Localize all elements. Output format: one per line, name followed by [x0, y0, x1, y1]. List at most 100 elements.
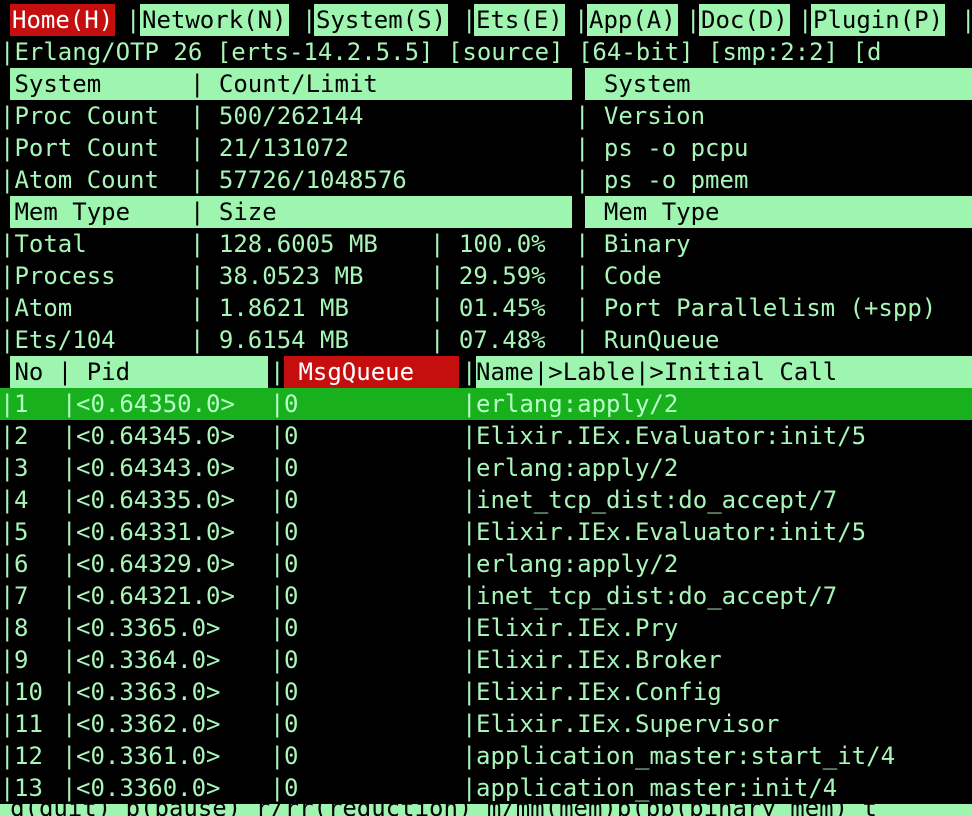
process-msgqueue: 0 — [284, 550, 299, 578]
process-no: 13 — [14, 774, 43, 802]
process-pid: <0.3364.0> — [76, 646, 221, 674]
process-initial-call: Elixir.IEx.Evaluator:init/5 — [476, 518, 867, 546]
process-pid: <0.64329.0> — [76, 550, 235, 578]
mem-row-size: | 128.6005 MB — [190, 230, 378, 258]
process-row[interactable]: | 10 | <0.3363.0> | 0 | Elixir.IEx.Config — [0, 676, 972, 708]
tab-app[interactable]: App(A) — [587, 4, 678, 36]
mem-row-size: | 9.6154 MB — [190, 326, 349, 354]
process-msgqueue: 0 — [284, 774, 299, 802]
mem-row: |Process | 38.0523 MB | 29.59% | Code — [0, 260, 972, 292]
system-row: |Atom Count | 57726/1048576 | ps -o pmem — [0, 164, 972, 196]
process-pid: <0.3362.0> — [76, 710, 221, 738]
system-row: |Proc Count | 500/262144 | Version — [0, 100, 972, 132]
system-row: |Port Count | 21/131072 | ps -o pcpu — [0, 132, 972, 164]
process-row[interactable]: | 6 | <0.64329.0> | 0 | erlang:apply/2 — [0, 548, 972, 580]
process-row-selected[interactable]: | 1 | <0.64350.0> | 0 | erlang:apply/2 — [0, 388, 972, 420]
tab-ets[interactable]: Ets(E) — [474, 4, 565, 36]
version-banner: |Erlang/OTP 26 [erts-14.2.5.5] [source] … — [0, 36, 972, 68]
process-pid: <0.3363.0> — [76, 678, 221, 706]
process-pid: <0.64335.0> — [76, 486, 235, 514]
system-header-col2: | Count/Limit — [190, 70, 378, 98]
process-row[interactable]: | 9 | <0.3364.0> | 0 | Elixir.IEx.Broker — [0, 644, 972, 676]
process-initial-call: erlang:apply/2 — [476, 454, 679, 482]
mem-row-info: | RunQueue — [575, 326, 720, 354]
process-no: 2 — [14, 422, 29, 450]
process-msgqueue: 0 — [284, 422, 299, 450]
column-no-pid[interactable]: |No | Pid — [0, 356, 130, 388]
process-row[interactable]: | 12 | <0.3361.0> | 0 | application_master:star… — [0, 740, 972, 772]
process-no: 12 — [14, 742, 43, 770]
process-pid: <0.64331.0> — [76, 518, 235, 546]
process-no: 3 — [14, 454, 29, 482]
system-row-label: |Atom Count — [0, 166, 159, 194]
tab-plugin[interactable]: Plugin(P) — [811, 4, 946, 36]
column-msgqueue-sorted[interactable]: MsgQueue — [284, 356, 429, 388]
tab-home[interactable]: Home(H) — [10, 4, 116, 36]
system-header-col1: |System — [0, 70, 102, 98]
process-row[interactable]: | 13 | <0.3360.0> | 0 | application_master:init… — [0, 772, 972, 804]
process-msgqueue: 0 — [284, 678, 299, 706]
system-row-value: | 500/262144 — [190, 102, 364, 130]
process-row[interactable]: | 8 | <0.3365.0> | 0 | Elixir.IEx.Pry — [0, 612, 972, 644]
process-msgqueue: 0 — [284, 582, 299, 610]
mem-row-info: | Binary — [575, 230, 691, 258]
process-no: 10 — [14, 678, 43, 706]
tab-doc[interactable]: Doc(D) — [699, 4, 790, 36]
mem-header-col2: | Size — [190, 198, 277, 226]
process-pid: <0.64345.0> — [76, 422, 235, 450]
mem-row-size: | 38.0523 MB — [190, 262, 364, 290]
process-no: 4 — [14, 486, 29, 514]
tab-system[interactable]: System(S) — [314, 4, 449, 36]
mem-header: |Mem Type | Size | Mem Type — [0, 196, 972, 228]
system-row-info: | Version — [575, 102, 706, 130]
process-pid: <0.3365.0> — [76, 614, 221, 642]
process-msgqueue: 0 — [284, 742, 299, 770]
system-row-info: | ps -o pmem — [575, 166, 749, 194]
process-pid: <0.3361.0> — [76, 742, 221, 770]
system-header: |System | Count/Limit | System — [0, 68, 972, 100]
banner-text: |Erlang/OTP 26 [erts-14.2.5.5] [source] … — [0, 38, 882, 66]
process-msgqueue: 0 — [284, 710, 299, 738]
shortcut-bar: q(quit) p(pause) r/rr(reduction) m/mm(me… — [0, 804, 972, 816]
process-table-header: |No | Pid | MsgQueue | Name|>Lable|>Init… — [0, 356, 972, 388]
mem-header-col1: |Mem Type — [0, 198, 131, 226]
tab-network[interactable]: Network(N) — [140, 4, 289, 36]
system-row-value: | 57726/1048576 — [190, 166, 407, 194]
mem-row-type: |Ets/104 — [0, 326, 116, 354]
process-pid: <0.64350.0> — [76, 390, 235, 418]
mem-row-percent: | 29.59% — [430, 262, 546, 290]
process-row[interactable]: | 5 | <0.64331.0> | 0 | Elixir.IEx.Evaluator:in… — [0, 516, 972, 548]
mem-row-percent: | 01.45% — [430, 294, 546, 322]
tab-bar: Home(H) | Network(N) | System(S) | Ets(E… — [10, 4, 972, 36]
process-msgqueue: 0 — [284, 518, 299, 546]
mem-row-type: |Atom — [0, 294, 73, 322]
process-initial-call: application_master:start_it/4 — [476, 742, 896, 770]
process-msgqueue: 0 — [284, 614, 299, 642]
mem-row-type: |Total — [0, 230, 87, 258]
process-row[interactable]: | 3 | <0.64343.0> | 0 | erlang:apply/2 — [0, 452, 972, 484]
process-row[interactable]: | 11 | <0.3362.0> | 0 | Elixir.IEx.Supervisor — [0, 708, 972, 740]
process-msgqueue: 0 — [284, 486, 299, 514]
shortcut-text: q(quit) p(pause) r/rr(reduction) m/mm(me… — [10, 804, 877, 816]
mem-row: |Atom | 1.8621 MB | 01.45% | Port Parall… — [0, 292, 972, 324]
mem-row-percent: | 07.48% — [430, 326, 546, 354]
system-row-label: |Port Count — [0, 134, 159, 162]
process-msgqueue: 0 — [284, 454, 299, 482]
column-name-label-call[interactable]: Name|>Lable|>Initial Call — [476, 356, 837, 388]
process-no: 5 — [14, 518, 29, 546]
process-row[interactable]: | 4 | <0.64335.0> | 0 | inet_tcp_dist:do_accept… — [0, 484, 972, 516]
process-initial-call: inet_tcp_dist:do_accept/7 — [476, 486, 838, 514]
process-row[interactable]: | 2 | <0.64345.0> | 0 | Elixir.IEx.Evaluator:in… — [0, 420, 972, 452]
process-initial-call: Elixir.IEx.Broker — [476, 646, 722, 674]
process-initial-call: erlang:apply/2 — [476, 550, 679, 578]
mem-row-info: | Code — [575, 262, 662, 290]
process-row[interactable]: | 7 | <0.64321.0> | 0 | inet_tcp_dist:do_accept… — [0, 580, 972, 612]
mem-row: |Total | 128.6005 MB | 100.0% | Binary — [0, 228, 972, 260]
mem-row-type: |Process — [0, 262, 116, 290]
process-no: 8 — [14, 614, 29, 642]
process-initial-call: Elixir.IEx.Pry — [476, 614, 679, 642]
process-no: 9 — [14, 646, 29, 674]
mem-row: |Ets/104 | 9.6154 MB | 07.48% | RunQueue — [0, 324, 972, 356]
process-initial-call: application_master:init/4 — [476, 774, 838, 802]
mem-row-size: | 1.8621 MB — [190, 294, 349, 322]
